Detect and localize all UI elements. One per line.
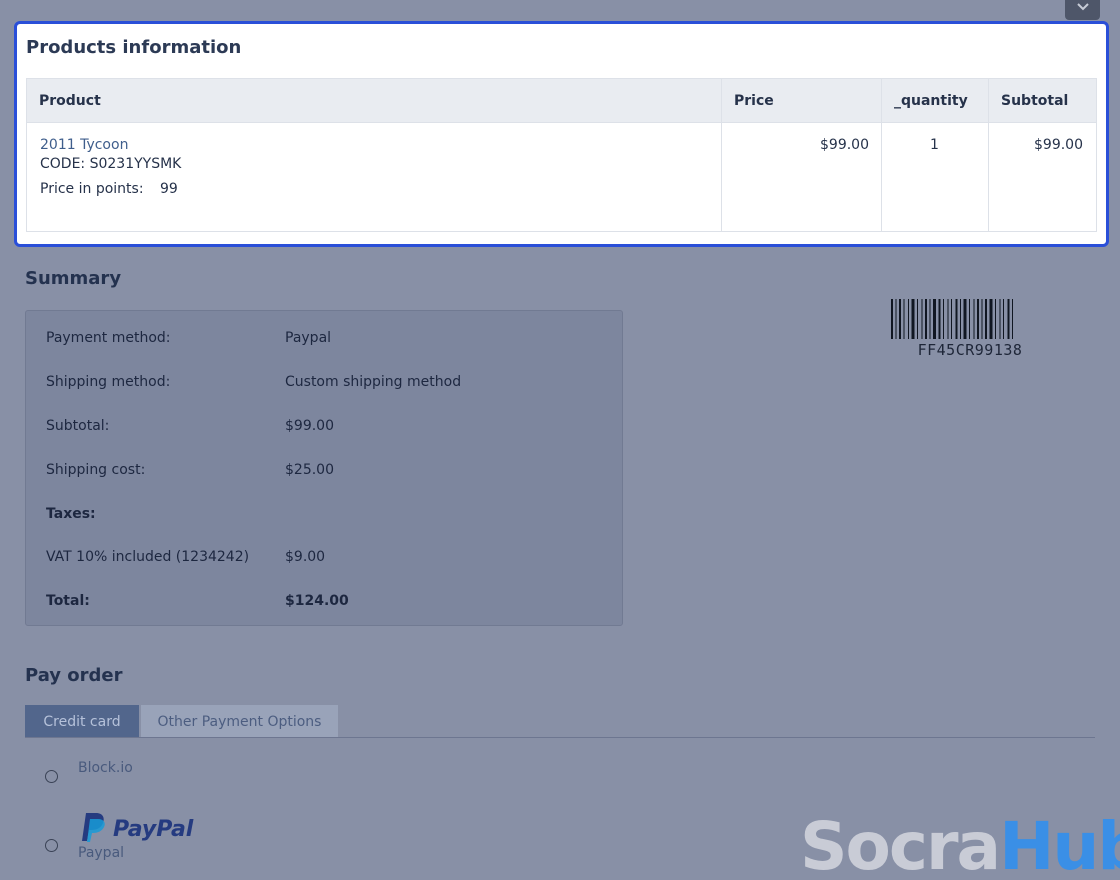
paypal-logo-icon: PayPal (82, 813, 194, 842)
products-information-panel: Products information Product Price _quan… (14, 21, 1109, 247)
summary-value: $9.00 (285, 549, 326, 565)
summary-label: Total: (46, 593, 90, 609)
column-header-quantity: _quantity (894, 93, 968, 109)
socrahub-watermark: SocraHub (800, 808, 1120, 880)
summary-value: Custom shipping method (285, 374, 462, 390)
collapse-toggle-button[interactable] (1065, 0, 1100, 20)
watermark-part2: Hub (999, 808, 1120, 880)
payment-method-label-paypal[interactable]: Paypal (78, 845, 124, 861)
summary-box: Payment method: Paypal Shipping method: … (25, 310, 623, 626)
order-barcode (891, 299, 1013, 339)
radio-block-io[interactable] (45, 770, 58, 783)
points-label: Price in points: (40, 181, 144, 197)
column-header-subtotal: Subtotal (1001, 93, 1069, 109)
product-name-link[interactable]: 2011 Tycoon (40, 137, 128, 153)
tabs-divider (25, 737, 1095, 738)
products-panel-title: Products information (26, 37, 242, 58)
payment-method-label-block-io[interactable]: Block.io (78, 760, 133, 776)
points-value: 99 (160, 181, 178, 197)
paypal-logo-text: PayPal (113, 817, 194, 842)
product-price: $99.00 (820, 137, 869, 153)
radio-paypal[interactable] (45, 839, 58, 852)
products-table: Product Price _quantity Subtotal 2011 Ty… (26, 78, 1097, 232)
tab-credit-card[interactable]: Credit card (25, 705, 139, 738)
watermark-part1: Socra (800, 808, 1001, 880)
summary-value: Paypal (285, 330, 332, 346)
summary-title: Summary (25, 268, 122, 289)
barcode-text: FF45CR99138 (917, 341, 1023, 359)
summary-value: $124.00 (285, 593, 349, 609)
summary-value: $99.00 (285, 418, 334, 434)
column-header-price: Price (734, 93, 774, 109)
product-subtotal: $99.00 (1034, 137, 1083, 153)
chevron-down-icon (1076, 3, 1089, 11)
column-header-product: Product (39, 93, 101, 109)
summary-label: VAT 10% included (1234242) (46, 549, 250, 565)
summary-label: Shipping method: (46, 374, 171, 390)
tab-other-payment-options[interactable]: Other Payment Options (141, 705, 338, 738)
product-quantity: 1 (930, 137, 939, 153)
pay-order-title: Pay order (25, 665, 123, 686)
summary-label: Shipping cost: (46, 462, 146, 478)
summary-label: Payment method: (46, 330, 171, 346)
summary-value: $25.00 (285, 462, 334, 478)
summary-label: Subtotal: (46, 418, 110, 434)
summary-label: Taxes: (46, 506, 96, 522)
product-code: CODE: S0231YYSMK (40, 156, 182, 172)
